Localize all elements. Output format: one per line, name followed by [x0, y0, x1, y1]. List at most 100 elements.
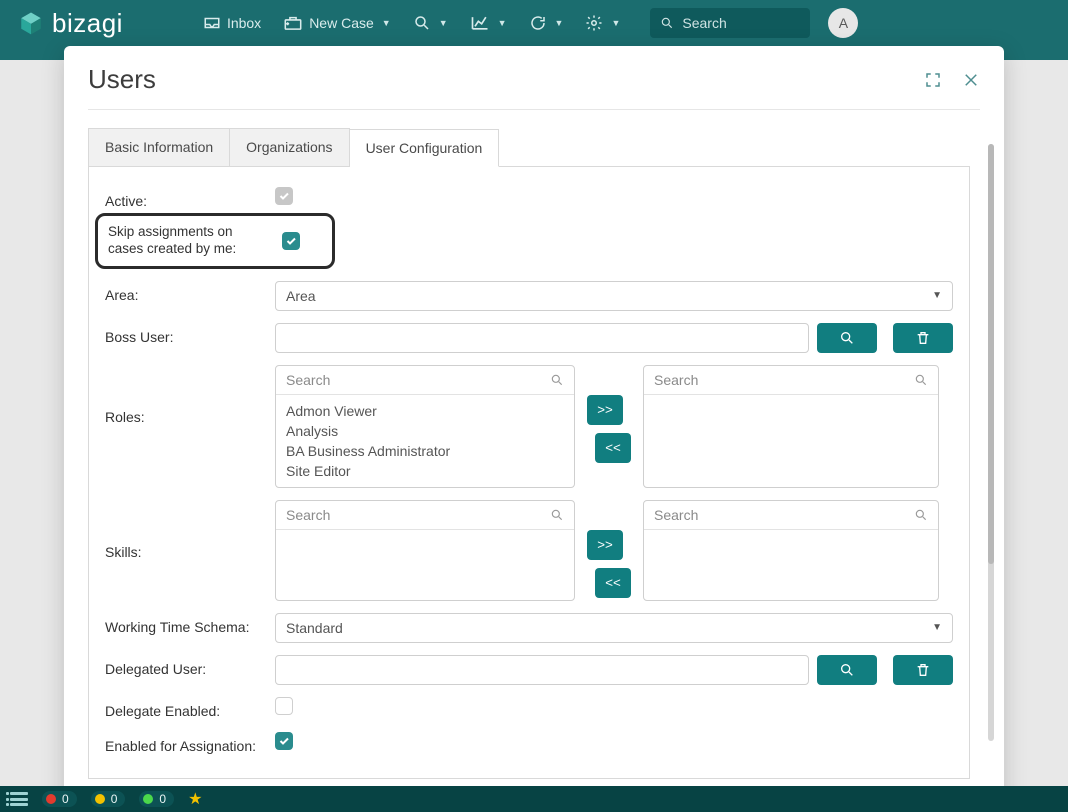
- boss-user-search-button[interactable]: [817, 323, 877, 353]
- enabled-assign-checkbox[interactable]: [275, 732, 293, 750]
- chevron-down-icon: ▼: [439, 18, 448, 28]
- nav-analytics[interactable]: ▼: [470, 14, 507, 32]
- search-icon: [660, 16, 674, 30]
- skills-move-right-button[interactable]: >>: [587, 530, 623, 560]
- row-area: Area: Area ▼: [105, 275, 953, 317]
- chevron-down-icon: ▼: [498, 18, 507, 28]
- tab-organizations[interactable]: Organizations: [230, 128, 349, 166]
- active-label: Active:: [105, 187, 275, 209]
- list-item[interactable]: Admon Viewer: [286, 401, 564, 421]
- row-roles: Roles: Search Admon Viewer Analysis BA B…: [105, 359, 953, 494]
- chevron-down-icon: ▼: [611, 18, 620, 28]
- boss-user-clear-button[interactable]: [893, 323, 953, 353]
- delegate-enabled-checkbox[interactable]: [275, 697, 293, 715]
- star-icon[interactable]: ★: [188, 789, 202, 809]
- list-item[interactable]: Analysis: [286, 421, 564, 441]
- boss-user-input[interactable]: [275, 323, 809, 353]
- dialog-title: Users: [88, 64, 156, 95]
- row-delegated-user: Delegated User:: [105, 649, 953, 691]
- dialog-header: Users: [88, 64, 980, 110]
- row-boss-user: Boss User:: [105, 317, 953, 359]
- nav-search[interactable]: ▼: [413, 14, 448, 32]
- status-pill-yellow[interactable]: 0: [91, 791, 126, 807]
- roles-move-left-button[interactable]: <<: [595, 433, 631, 463]
- skills-selected-search[interactable]: Search: [644, 501, 938, 530]
- inbox-icon: [203, 15, 221, 31]
- refresh-icon: [529, 14, 547, 32]
- wts-label: Working Time Schema:: [105, 613, 275, 635]
- skip-assignments-highlight: Skip assignments on cases created by me:: [95, 213, 335, 269]
- enabled-assign-label: Enabled for Assignation:: [105, 732, 275, 754]
- tab-user-configuration[interactable]: User Configuration: [350, 129, 500, 167]
- roles-available-search[interactable]: Search: [276, 366, 574, 395]
- delegated-user-label: Delegated User:: [105, 655, 275, 677]
- nav-inbox[interactable]: Inbox: [203, 15, 261, 31]
- delegated-user-search-button[interactable]: [817, 655, 877, 685]
- delegated-user-clear-button[interactable]: [893, 655, 953, 685]
- avatar[interactable]: A: [828, 8, 858, 38]
- maximize-icon[interactable]: [924, 71, 942, 89]
- trash-icon: [915, 330, 931, 346]
- skills-move-left-button[interactable]: <<: [595, 568, 631, 598]
- delegate-enabled-label: Delegate Enabled:: [105, 697, 275, 719]
- skills-selected-search-placeholder: Search: [654, 507, 698, 523]
- status-pill-red[interactable]: 0: [42, 791, 77, 807]
- row-delegate-enabled: Delegate Enabled:: [105, 691, 953, 726]
- roles-selected-list: Search: [643, 365, 939, 488]
- dot-green-icon: [143, 794, 153, 804]
- row-skills: Skills: Search >> <<: [105, 494, 953, 607]
- skip-assignments-checkbox[interactable]: [282, 232, 300, 250]
- brand-name: bizagi: [52, 8, 123, 39]
- row-enabled-assign: Enabled for Assignation:: [105, 726, 953, 760]
- tabs: Basic Information Organizations User Con…: [88, 128, 970, 167]
- nav-new-case[interactable]: New Case ▼: [283, 14, 391, 32]
- roles-selected-search-placeholder: Search: [654, 372, 698, 388]
- status-red-count: 0: [62, 792, 69, 806]
- chart-icon: [470, 14, 490, 32]
- dialog-vscroll-thumb[interactable]: [988, 144, 994, 564]
- nav-refresh[interactable]: ▼: [529, 14, 564, 32]
- row-wts: Working Time Schema: Standard ▼: [105, 607, 953, 649]
- dialog-overlay: Users Basic Information Organizations Us…: [0, 46, 1068, 812]
- status-yellow-count: 0: [111, 792, 118, 806]
- boss-user-label: Boss User:: [105, 323, 275, 345]
- active-checkbox[interactable]: [275, 187, 293, 205]
- cube-icon: [18, 10, 44, 36]
- skills-available-list: Search: [275, 500, 575, 601]
- roles-label: Roles:: [105, 365, 275, 425]
- list-item[interactable]: BA Business Administrator: [286, 441, 564, 461]
- top-nav: Inbox New Case ▼ ▼ ▼ ▼: [203, 14, 620, 32]
- area-select[interactable]: Area ▼: [275, 281, 953, 311]
- tab-basic-information[interactable]: Basic Information: [88, 128, 230, 166]
- chevron-down-icon: ▼: [555, 18, 564, 28]
- skills-available-search[interactable]: Search: [276, 501, 574, 530]
- area-select-value: Area: [286, 288, 316, 304]
- close-icon[interactable]: [962, 71, 980, 89]
- nav-settings[interactable]: ▼: [585, 14, 620, 32]
- area-label: Area:: [105, 281, 275, 303]
- row-active: Active:: [105, 181, 953, 215]
- users-dialog: Users Basic Information Organizations Us…: [64, 46, 1004, 812]
- skills-label: Skills:: [105, 500, 275, 560]
- topbar: bizagi Inbox New Case ▼ ▼ ▼: [0, 0, 1068, 46]
- delegated-user-input[interactable]: [275, 655, 809, 685]
- roles-selected-search[interactable]: Search: [644, 366, 938, 395]
- search-icon: [914, 373, 928, 387]
- avatar-initial: A: [839, 15, 848, 31]
- search-icon: [550, 373, 564, 387]
- list-item[interactable]: Site Editor: [286, 461, 564, 481]
- chevron-down-icon: ▼: [932, 290, 942, 301]
- roles-move-right-button[interactable]: >>: [587, 395, 623, 425]
- status-pill-green[interactable]: 0: [139, 791, 174, 807]
- trash-icon: [915, 662, 931, 678]
- skills-available-search-placeholder: Search: [286, 507, 330, 523]
- global-search[interactable]: Search: [650, 8, 810, 38]
- search-icon: [413, 14, 431, 32]
- skip-assignments-label: Skip assignments on cases created by me:: [108, 224, 268, 258]
- chevron-down-icon: ▼: [932, 622, 942, 633]
- dot-red-icon: [46, 794, 56, 804]
- wts-select[interactable]: Standard ▼: [275, 613, 953, 643]
- list-icon[interactable]: [10, 792, 28, 806]
- dot-yellow-icon: [95, 794, 105, 804]
- gear-icon: [585, 14, 603, 32]
